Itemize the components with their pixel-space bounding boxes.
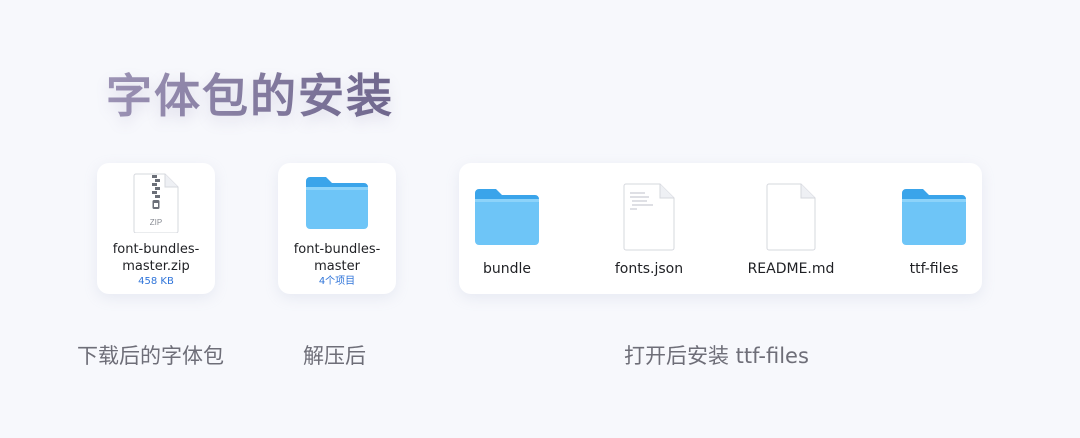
fonts-json-label: fonts.json	[614, 261, 684, 277]
fonts-json-item[interactable]: fonts.json	[599, 183, 699, 277]
json-file-icon	[623, 183, 675, 251]
md-file-icon	[766, 183, 816, 251]
ttf-files-folder-item[interactable]: ttf-files	[891, 185, 977, 277]
folder-contents-card: bundle fonts.json README.md ttf-files	[459, 163, 982, 294]
zip-file-name: font-bundles- master.zip	[112, 242, 200, 274]
zip-file-icon: ZIP	[133, 173, 179, 233]
folder-icon	[304, 175, 370, 231]
caption-extracted: 解压后	[303, 344, 366, 368]
caption-downloaded: 下载后的字体包	[77, 344, 224, 368]
bundle-folder-item[interactable]: bundle	[467, 185, 547, 277]
readme-item[interactable]: README.md	[739, 183, 843, 277]
zip-file-size: 458 KB	[138, 276, 174, 287]
bundle-label: bundle	[482, 261, 532, 277]
page-title: 字体包的安装	[106, 60, 394, 126]
zip-file-card[interactable]: ZIP font-bundles- master.zip 458 KB	[97, 163, 215, 294]
folder-icon	[473, 185, 541, 247]
folder-name: font-bundles- master	[293, 242, 381, 274]
readme-label: README.md	[747, 261, 835, 277]
ttf-files-label: ttf-files	[909, 261, 959, 277]
folder-icon	[900, 185, 968, 247]
folder-item-count: 4个项目	[318, 276, 356, 287]
zip-badge: ZIP	[150, 218, 162, 227]
caption-open-install: 打开后安装 ttf-files	[624, 344, 809, 368]
extracted-folder-card[interactable]: font-bundles- master 4个项目	[278, 163, 396, 294]
